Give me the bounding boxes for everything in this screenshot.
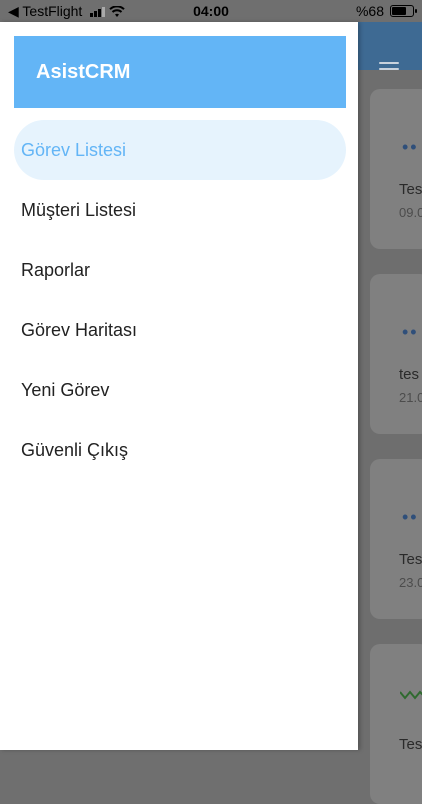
battery-icon bbox=[390, 5, 417, 17]
menu-item-yeni-gorev[interactable]: Yeni Görev bbox=[14, 360, 346, 420]
task-card[interactable]: •• Tes 23.0 bbox=[370, 459, 422, 619]
menu-item-gorev-listesi[interactable]: Görev Listesi bbox=[14, 120, 346, 180]
task-title: tes bbox=[399, 366, 420, 383]
task-date: 09.0 bbox=[399, 205, 422, 220]
menu-item-musteri-listesi[interactable]: Müşteri Listesi bbox=[14, 180, 346, 240]
menu-item-raporlar[interactable]: Raporlar bbox=[14, 240, 346, 300]
task-title: Tes bbox=[399, 736, 422, 753]
task-card[interactable]: •• Tes 09.0 bbox=[370, 89, 422, 249]
drawer-header: AsistCRM bbox=[14, 36, 346, 108]
task-card[interactable]: •• tes 21.0 bbox=[370, 274, 422, 434]
menu-item-gorev-haritasi[interactable]: Görev Haritası bbox=[14, 300, 346, 360]
more-dots-icon: •• bbox=[402, 137, 419, 157]
task-title: Tes bbox=[399, 551, 422, 568]
task-date: 23.0 bbox=[399, 575, 422, 590]
nav-drawer: AsistCRM Görev Listesi Müşteri Listesi R… bbox=[0, 22, 358, 750]
app-title: AsistCRM bbox=[36, 61, 131, 83]
more-dots-icon: •• bbox=[402, 322, 419, 342]
status-bar: ◀ TestFlight 04:00 %68 bbox=[0, 0, 422, 22]
battery-percent: %68 bbox=[355, 3, 384, 19]
drawer-menu: Görev Listesi Müşteri Listesi Raporlar G… bbox=[14, 120, 346, 480]
more-dots-icon: •• bbox=[402, 507, 419, 527]
task-card[interactable]: Tes bbox=[370, 644, 422, 804]
task-date: 21.0 bbox=[399, 390, 422, 405]
status-wave-icon bbox=[400, 690, 422, 700]
menu-item-guvenli-cikis[interactable]: Güvenli Çıkış bbox=[14, 420, 346, 480]
task-title: Tes bbox=[399, 181, 422, 198]
status-right: %68 bbox=[355, 3, 417, 19]
